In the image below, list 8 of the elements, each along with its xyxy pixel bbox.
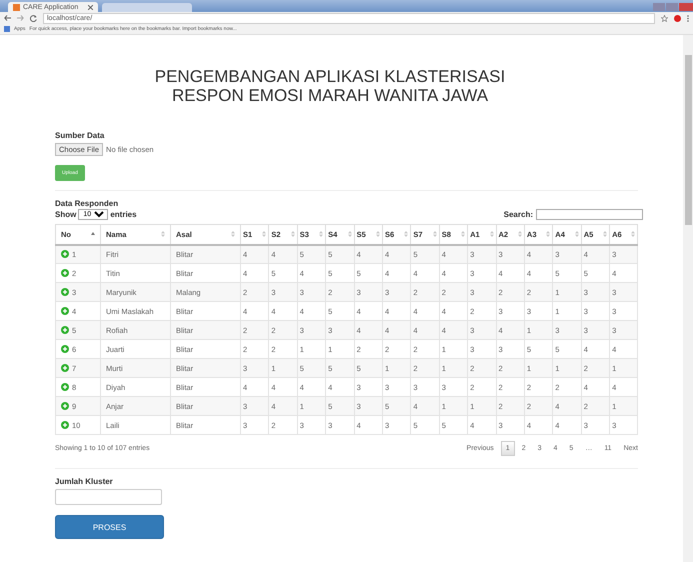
process-button[interactable]: PROSES [55, 515, 164, 539]
page-title: PENGEMBANGAN APLIKASI KLASTERISASI RESPON EMOSI MARAH WANITA JAWA [154, 67, 506, 105]
entries-label: entries [110, 210, 137, 219]
field-label: Jumlah Kluster [55, 477, 114, 486]
table-caption: Data Responden [55, 199, 120, 208]
search-label: Search: [504, 210, 533, 219]
field-label: Sumber Data [55, 131, 106, 140]
show-label: Show [55, 210, 76, 219]
